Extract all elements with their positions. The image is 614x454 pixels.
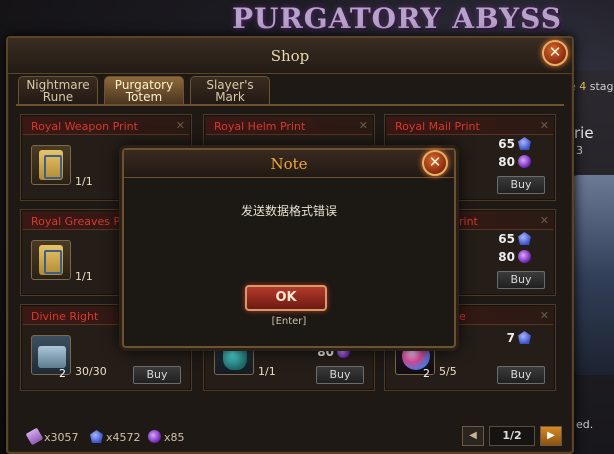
blue-gem-icon [518, 137, 531, 150]
note-close-button[interactable]: ✕ [422, 150, 448, 176]
shop-title-bar: Shop [8, 38, 572, 74]
item-stock: 1/1 [258, 365, 276, 378]
price-blue: 7 [507, 331, 531, 345]
buy-button[interactable]: Buy [316, 366, 364, 384]
item-quantity: 2 [423, 367, 430, 380]
note-header: Note [124, 150, 454, 178]
purple-orb-icon [148, 430, 161, 443]
tab-nightmare-rune[interactable]: Nightmare Rune [18, 76, 98, 104]
card-corner-icon: ✕ [175, 119, 185, 132]
item-name: e [459, 310, 466, 323]
purple-orb-icon [518, 155, 531, 168]
buy-button[interactable]: Buy [497, 271, 545, 289]
item-name: Royal Mail Print [395, 120, 480, 133]
shop-close-button[interactable]: ✕ [542, 40, 568, 66]
currency-purple-orb: x85 [148, 430, 185, 444]
pager: ◀ 1/2 ▶ [462, 426, 562, 446]
buy-button[interactable]: Buy [497, 176, 545, 194]
card-corner-icon: ✕ [539, 309, 549, 322]
card-corner-icon: ✕ [539, 214, 549, 227]
price-purple: 80 [498, 250, 531, 264]
item-quantity: 2 [59, 367, 66, 380]
ok-button[interactable]: OK [245, 285, 327, 311]
item-stock: 1/1 [75, 175, 93, 188]
tab-slayers-mark[interactable]: Slayer's Mark [190, 76, 270, 104]
enter-hint: [Enter] [271, 316, 307, 327]
shop-title: Shop [270, 47, 310, 65]
buy-button[interactable]: Buy [133, 366, 181, 384]
item-name: Divine Right [31, 310, 99, 323]
scroll-icon[interactable] [31, 145, 71, 185]
currency-blue-gem: x4572 [90, 430, 141, 444]
scroll-currency-icon [25, 427, 44, 446]
price-purple: 80 [498, 155, 531, 169]
currency-scroll: x3057 [25, 427, 79, 446]
page-indicator: 1/2 [489, 426, 535, 446]
side-text-footer: ed. [576, 418, 594, 431]
side-text-number: 3 [576, 144, 583, 157]
next-page-button[interactable]: ▶ [540, 426, 562, 446]
blue-gem-icon [518, 232, 531, 245]
side-text-stage: e 4 stag [569, 80, 614, 93]
blue-gem-icon [518, 331, 531, 344]
item-name: rint [459, 215, 478, 228]
side-text-name: rie [574, 124, 594, 142]
item-name: Royal Helm Print [214, 120, 306, 133]
note-message: 发送数据格式错误 [240, 204, 337, 218]
item-stock: 5/5 [439, 365, 457, 378]
card-corner-icon: ✕ [358, 119, 368, 132]
prev-page-button[interactable]: ◀ [462, 426, 484, 446]
zone-title: PURGATORY ABYSS [232, 2, 562, 35]
tab-purgatory-totem[interactable]: Purgatory Totem [104, 76, 184, 104]
item-stock: 30/30 [75, 365, 107, 378]
price-blue: 65 [498, 137, 531, 151]
card-corner-icon: ✕ [539, 119, 549, 132]
blue-gem-icon [90, 430, 103, 443]
purple-orb-icon [518, 250, 531, 263]
scroll-icon[interactable] [31, 240, 71, 280]
buy-button[interactable]: Buy [497, 366, 545, 384]
note-title: Note [270, 155, 308, 173]
shop-footer: x3057 x4572 x85 ◀ 1/2 ▶ [22, 426, 562, 448]
character-portrait [572, 175, 614, 375]
item-stock: 1/1 [75, 270, 93, 283]
price-blue: 65 [498, 232, 531, 246]
shop-tabs: Nightmare Rune Purgatory Totem Slayer's … [18, 76, 270, 104]
note-dialog: Note ✕ 发送数据格式错误 OK [Enter] [122, 148, 456, 348]
tabs-divider [16, 104, 564, 106]
item-name: Royal Weapon Print [31, 120, 138, 133]
item-name: Royal Greaves P [31, 215, 121, 228]
